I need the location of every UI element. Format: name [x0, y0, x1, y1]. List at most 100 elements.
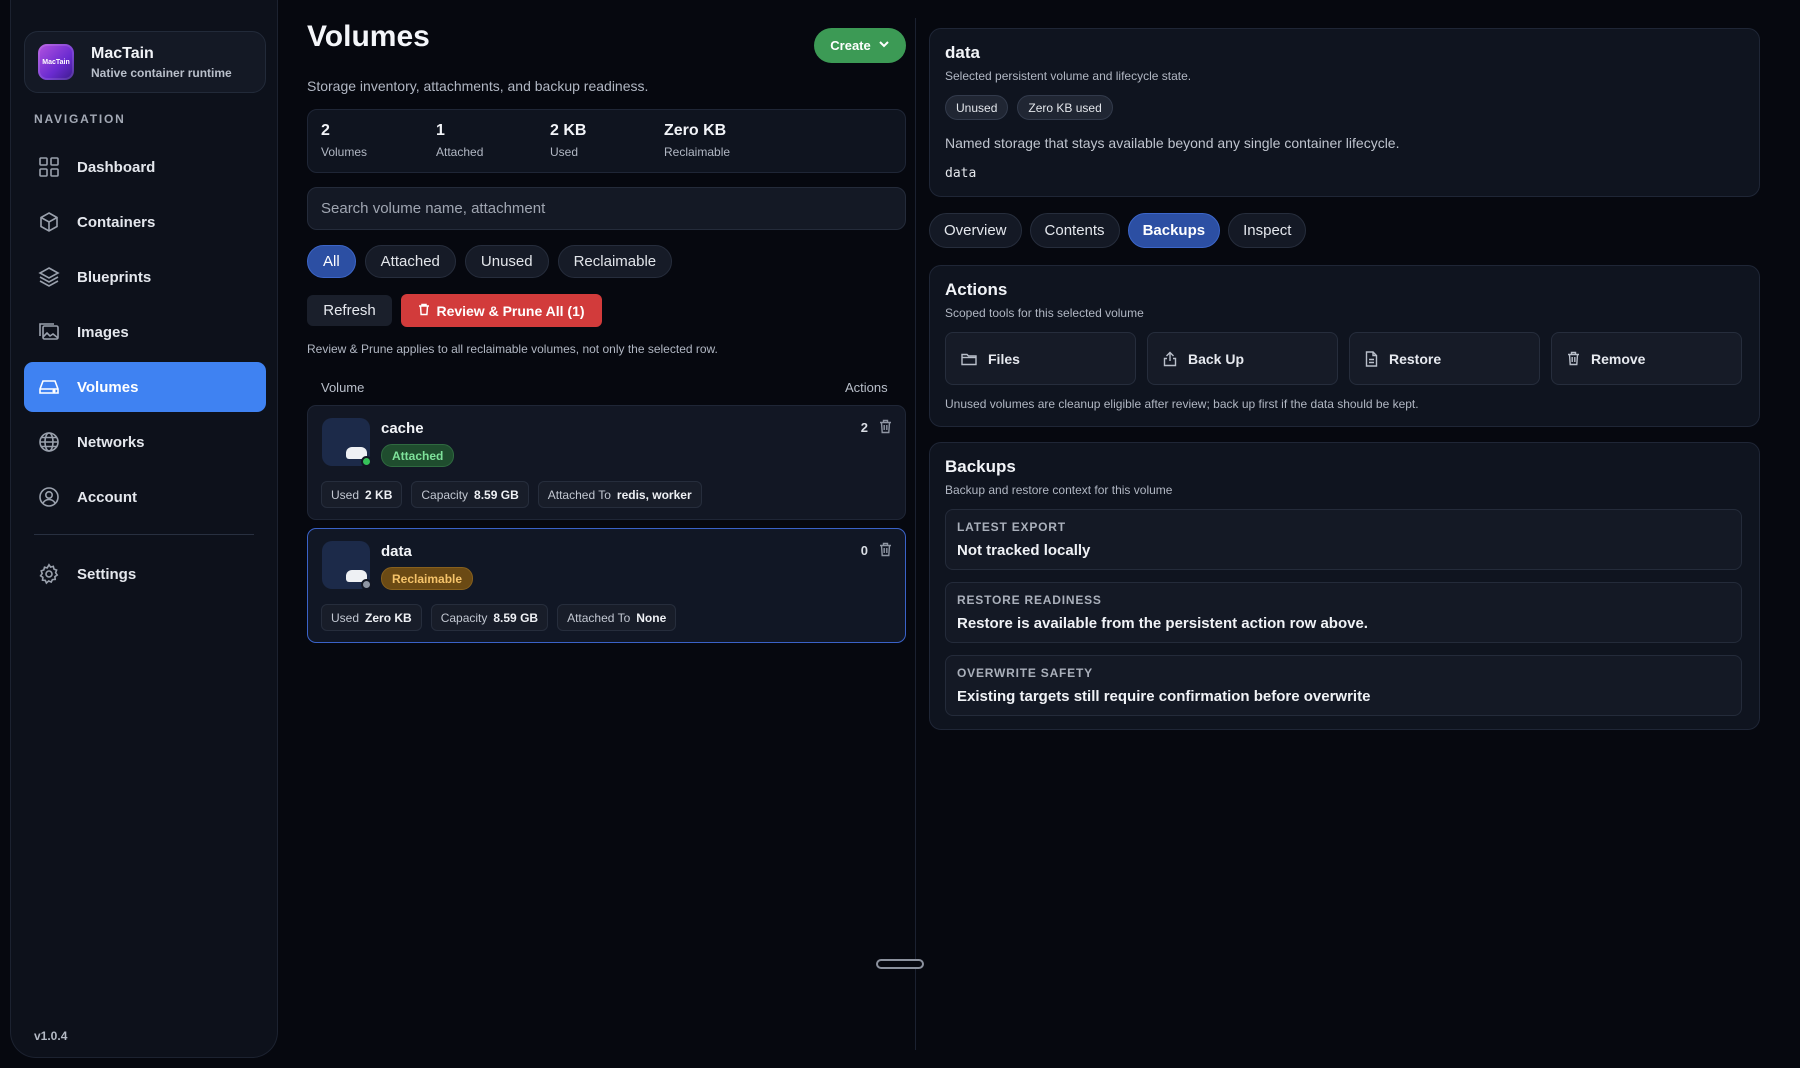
stat-used: 2 KB Used	[550, 122, 586, 159]
tab-backups[interactable]: Backups	[1127, 213, 1221, 248]
nav-item-settings[interactable]: Settings	[24, 549, 266, 599]
back-up-button[interactable]: Back Up	[1147, 332, 1338, 385]
nav-divider	[34, 534, 254, 535]
status-dot	[361, 456, 372, 467]
remove-label: Remove	[1591, 350, 1646, 367]
meta-label: Capacity	[421, 487, 469, 502]
stat-value: Zero KB	[664, 122, 727, 139]
volume-meta: Used Zero KB Capacity 8.59 GB Attached To N…	[321, 604, 677, 631]
stats-bar: 2 Volumes 1 Attached 2 KB Used Zero KB R…	[307, 109, 906, 173]
files-button[interactable]: Files	[945, 332, 1136, 385]
filter-reclaimable[interactable]: Reclaimable	[557, 245, 673, 278]
restore-button[interactable]: Restore	[1349, 332, 1540, 385]
nav-settings-group: Settings	[24, 549, 266, 604]
page-subtitle: Storage inventory, attachments, and back…	[307, 78, 649, 94]
badge-unused: Unused	[945, 95, 1009, 120]
meta-capacity: Capacity 8.59 GB	[411, 481, 529, 508]
files-label: Files	[988, 350, 1020, 367]
images-icon	[38, 321, 60, 343]
meta-label: Used	[331, 487, 360, 502]
nav-item-containers[interactable]: Containers	[24, 197, 266, 247]
drive-icon	[38, 376, 60, 398]
filter-all[interactable]: All	[307, 245, 356, 278]
nav-item-label: Images	[77, 323, 129, 341]
detail-subtitle: Selected persistent volume and lifecycle…	[945, 69, 1192, 83]
stat-value: 2 KB	[550, 122, 587, 139]
app-name: MacTain	[91, 44, 154, 62]
nav-item-label: Account	[77, 488, 137, 506]
nav-item-blueprints[interactable]: Blueprints	[24, 252, 266, 302]
backup-item-value: Not tracked locally	[957, 542, 1091, 559]
volume-name: cache	[381, 420, 424, 437]
volume-count: 2	[860, 420, 868, 435]
meta-label: Capacity	[440, 610, 488, 625]
volume-icon	[322, 541, 372, 590]
backup-overwrite-safety: OVERWRITE SAFETY Existing targets still …	[945, 655, 1742, 716]
backups-title: Backups	[945, 457, 1016, 476]
backup-restore-readiness: RESTORE READINESS Restore is available f…	[945, 582, 1742, 643]
pane-splitter[interactable]	[915, 18, 916, 1050]
actions-title: Actions	[945, 280, 1008, 299]
trash-icon	[418, 303, 430, 319]
trash-icon[interactable]	[879, 419, 892, 439]
filter-attached[interactable]: Attached	[364, 245, 456, 278]
volume-row-data[interactable]: data Reclaimable 0 Used Zero KB Capacity 8…	[307, 528, 906, 643]
dashboard-icon	[38, 156, 60, 178]
meta-used: Used Zero KB	[321, 604, 422, 631]
nav-item-networks[interactable]: Networks	[24, 417, 266, 467]
meta-value: None	[636, 610, 667, 625]
refresh-button[interactable]: Refresh	[307, 295, 392, 326]
nav-item-label: Dashboard	[77, 158, 156, 176]
stat-reclaimable: Zero KB Reclaimable	[664, 122, 730, 159]
nav-item-account[interactable]: Account	[24, 472, 266, 522]
meta-capacity: Capacity 8.59 GB	[430, 604, 549, 631]
nav-item-label: Settings	[77, 565, 137, 583]
page-title: Volumes	[307, 20, 430, 53]
filter-unused[interactable]: Unused	[464, 245, 549, 278]
nav-heading: NAVIGATION	[34, 112, 126, 126]
trash-icon[interactable]	[879, 542, 892, 562]
nav-item-label: Blueprints	[77, 268, 152, 286]
column-header-actions: Actions	[845, 380, 888, 395]
detail-description: Named storage that stays available beyon…	[945, 135, 1400, 151]
create-button[interactable]: Create	[814, 28, 906, 63]
meta-label: Attached To	[567, 610, 631, 625]
tab-overview[interactable]: Overview	[929, 213, 1022, 248]
create-button-label: Create	[830, 38, 871, 53]
backup-item-value: Restore is available from the persistent…	[957, 615, 1368, 632]
meta-label: Attached To	[547, 487, 611, 502]
stat-value: 1	[436, 122, 445, 139]
status-badge: Reclaimable	[381, 567, 474, 590]
app-brand[interactable]: MacTain MacTain Native container runtime	[24, 31, 266, 93]
stat-volumes: 2 Volumes	[321, 122, 367, 159]
meta-value: 2 KB	[365, 487, 393, 502]
nav-item-dashboard[interactable]: Dashboard	[24, 142, 266, 192]
detail-tabs: Overview Contents Backups Inspect	[929, 213, 1307, 248]
backups-subtitle: Backup and restore context for this volu…	[945, 483, 1173, 497]
remove-button[interactable]: Remove	[1551, 332, 1742, 385]
actions-row: Files Back Up Restore Remove	[945, 332, 1742, 385]
meta-attached-to: Attached To None	[557, 604, 677, 631]
actions-subtitle: Scoped tools for this selected volume	[945, 306, 1144, 320]
stat-value: 2	[321, 122, 330, 139]
cube-icon	[38, 211, 60, 233]
meta-used: Used 2 KB	[321, 481, 403, 508]
tab-inspect[interactable]: Inspect	[1228, 213, 1307, 248]
volume-row-cache[interactable]: cache Attached 2 Used 2 KB Capacity 8.59 G…	[307, 405, 906, 520]
nav-item-images[interactable]: Images	[24, 307, 266, 357]
column-header-volume: Volume	[321, 380, 365, 395]
tab-contents[interactable]: Contents	[1029, 213, 1120, 248]
review-prune-label: Review & Prune All (1)	[436, 302, 585, 319]
backups-panel: Backups Backup and restore context for t…	[929, 442, 1760, 730]
backup-item-value: Existing targets still require confirmat…	[957, 688, 1371, 705]
nav-item-volumes[interactable]: Volumes	[24, 362, 266, 412]
stat-label: Used	[550, 145, 579, 159]
actions-note: Unused volumes are cleanup eligible afte…	[945, 397, 1419, 411]
status-dot	[361, 579, 372, 590]
resize-handle[interactable]	[876, 959, 924, 969]
app-subtitle: Native container runtime	[91, 65, 232, 80]
search-input[interactable]	[307, 187, 906, 230]
volume-icon	[322, 418, 372, 467]
user-icon	[38, 486, 60, 508]
review-prune-button[interactable]: Review & Prune All (1)	[401, 294, 602, 327]
